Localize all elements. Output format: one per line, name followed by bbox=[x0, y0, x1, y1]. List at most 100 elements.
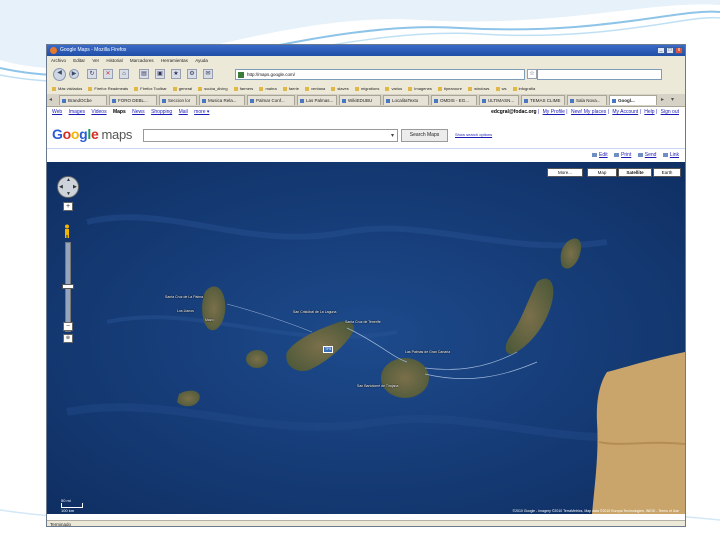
bookmark-item[interactable]: Más visitados bbox=[52, 84, 82, 94]
bookmark-item[interactable]: infografía bbox=[513, 84, 536, 94]
maximize-button[interactable]: □ bbox=[666, 47, 674, 54]
google-maps-logo[interactable]: Google maps bbox=[52, 126, 132, 142]
my-account-link[interactable]: My Account bbox=[612, 109, 638, 115]
gbar-link-more[interactable]: more ▾ bbox=[194, 109, 209, 115]
tab-active[interactable]: Googl... bbox=[609, 95, 657, 105]
scale-km: 100 km bbox=[61, 508, 75, 513]
forward-icon[interactable]: ▶ bbox=[69, 69, 79, 79]
star-icon[interactable]: ☆ bbox=[527, 69, 537, 79]
my-places-link[interactable]: New! My places bbox=[571, 109, 606, 115]
search-maps-button[interactable]: Search Maps bbox=[401, 129, 448, 142]
pan-right-icon[interactable]: ▶ bbox=[73, 184, 77, 190]
label-santa-cruz-la-palma: Santa Cruz de La Palma bbox=[165, 295, 204, 299]
bookmark-item[interactable]: scuba_diving bbox=[198, 84, 227, 94]
bookmark-item[interactable]: tipearoure bbox=[438, 84, 462, 94]
close-button[interactable]: x bbox=[675, 47, 683, 54]
map-type-more[interactable]: More... bbox=[547, 168, 583, 177]
reload-icon[interactable]: ↻ bbox=[87, 69, 97, 79]
print-icon[interactable]: ▤ bbox=[139, 69, 149, 79]
map-search-input[interactable]: ▾ bbox=[143, 129, 398, 142]
map-type-map[interactable]: Map bbox=[587, 168, 617, 177]
tab[interactable]: FORO DEBL... bbox=[109, 95, 157, 105]
gbar-link-web[interactable]: Web bbox=[52, 109, 62, 115]
gbar-link-images[interactable]: Images bbox=[69, 109, 85, 115]
save-icon[interactable]: ▣ bbox=[155, 69, 165, 79]
label-los-llanos: Los Llanos bbox=[177, 309, 194, 313]
pan-left-icon[interactable]: ◀ bbox=[59, 184, 63, 190]
bookmark-item[interactable]: migrations bbox=[355, 84, 379, 94]
menu-item[interactable]: Ayuda bbox=[195, 56, 208, 65]
show-search-options-link[interactable]: Show search options bbox=[455, 132, 492, 137]
tab[interactable]: BrandOCbe bbox=[59, 95, 107, 105]
pan-up-icon[interactable]: ▲ bbox=[66, 177, 71, 183]
tab[interactable]: Musica Rela... bbox=[199, 95, 245, 105]
tab[interactable]: Seccion lor bbox=[159, 95, 197, 105]
gbar-link-videos[interactable]: Videos bbox=[91, 109, 106, 115]
fullscreen-icon[interactable]: ⊕ bbox=[63, 334, 73, 343]
tab[interactable]: ULTIMASN... bbox=[479, 95, 519, 105]
addons-icon[interactable]: ✉ bbox=[203, 69, 213, 79]
menu-bar: Archivo Editar Ver Historial Marcadores … bbox=[47, 56, 685, 65]
bookmark-item[interactable]: slaves bbox=[331, 84, 348, 94]
bookmark-item[interactable]: Firefox Toolbar bbox=[134, 84, 166, 94]
browser-search-box[interactable] bbox=[537, 69, 662, 80]
bookmark-item[interactable]: windows bbox=[468, 84, 489, 94]
menu-item[interactable]: Herramientas bbox=[161, 56, 188, 65]
link-link[interactable]: Link bbox=[663, 152, 679, 158]
zoom-slider-handle[interactable] bbox=[62, 284, 74, 289]
menu-item[interactable]: Marcadores bbox=[130, 56, 154, 65]
sign-out-link[interactable]: Sign out bbox=[661, 109, 679, 115]
zoom-in-button[interactable]: + bbox=[63, 202, 73, 211]
my-profile-link[interactable]: My Profile bbox=[543, 109, 565, 115]
map-type-satellite[interactable]: Satellite bbox=[618, 168, 652, 177]
tab[interactable]: WikiEDUBU bbox=[339, 95, 381, 105]
home-icon[interactable]: ⌂ bbox=[119, 69, 129, 79]
bookmark-item[interactable]: mahra bbox=[259, 84, 276, 94]
map-type-earth[interactable]: Earth bbox=[653, 168, 681, 177]
label-mazo: Mazo bbox=[205, 318, 214, 322]
menu-item[interactable]: Historial bbox=[106, 56, 122, 65]
menu-item[interactable]: Archivo bbox=[51, 56, 66, 65]
gbar-link-shopping[interactable]: Shopping bbox=[151, 109, 172, 115]
tab[interactable]: OMDIS - EG... bbox=[431, 95, 477, 105]
gbar-link-mail[interactable]: Mail bbox=[179, 109, 188, 115]
bookmark-item[interactable]: varios bbox=[385, 84, 402, 94]
tab[interactable]: Sala Nova... bbox=[567, 95, 607, 105]
tab-scroll-left-icon[interactable]: ◂ bbox=[49, 96, 52, 103]
bookmark-item[interactable]: ventana bbox=[305, 84, 325, 94]
bookmark-item[interactable]: ws bbox=[496, 84, 507, 94]
bookmark-item[interactable]: Firefox Readmeats bbox=[88, 84, 128, 94]
tab[interactable]: TEMAS CLIME bbox=[521, 95, 565, 105]
tab[interactable]: Las Palmas... bbox=[297, 95, 337, 105]
gbar-link-news[interactable]: News bbox=[132, 109, 145, 115]
zoom-out-button[interactable]: − bbox=[63, 322, 73, 331]
minimize-button[interactable]: _ bbox=[657, 47, 665, 54]
pan-down-icon[interactable]: ▼ bbox=[66, 191, 71, 197]
title-bar: Google Maps - Mozilla Firefox _ □ x bbox=[47, 45, 685, 56]
pegman-icon[interactable] bbox=[63, 224, 71, 238]
edit-link[interactable]: Edit bbox=[592, 152, 608, 158]
gbar-link-maps[interactable]: Maps bbox=[113, 109, 126, 115]
bookmark-item[interactable]: farmers bbox=[234, 84, 254, 94]
bookmarks-icon[interactable]: ★ bbox=[171, 69, 181, 79]
tab-scroll-right-icon[interactable]: ▸ bbox=[661, 96, 664, 103]
tab[interactable]: LocalitaTexto bbox=[383, 95, 429, 105]
help-link[interactable]: Help bbox=[644, 109, 654, 115]
send-link[interactable]: Send bbox=[638, 152, 657, 158]
print-link[interactable]: Print bbox=[614, 152, 631, 158]
tab[interactable]: Palmar Conf... bbox=[247, 95, 295, 105]
search-dropdown-icon[interactable]: ▾ bbox=[391, 132, 394, 139]
bookmark-item[interactable]: faerie bbox=[283, 84, 299, 94]
bookmark-item[interactable]: Imagenes bbox=[408, 84, 432, 94]
tab-list-icon[interactable]: ▾ bbox=[671, 96, 674, 103]
menu-item[interactable]: Editar bbox=[73, 56, 85, 65]
url-bar[interactable]: http://maps.google.com/ bbox=[235, 69, 525, 80]
bookmark-item[interactable]: general bbox=[173, 84, 192, 94]
tools-icon[interactable]: ⚙ bbox=[187, 69, 197, 79]
back-icon[interactable]: ◀ bbox=[53, 68, 66, 81]
stop-icon[interactable]: ✕ bbox=[103, 69, 113, 79]
satellite-map[interactable]: More... Map Satellite Earth ▲ ▼ ◀ ▶ + − … bbox=[47, 162, 685, 514]
pan-control[interactable]: ▲ ▼ ◀ ▶ bbox=[57, 176, 79, 198]
menu-item[interactable]: Ver bbox=[92, 56, 99, 65]
browser-window: Google Maps - Mozilla Firefox _ □ x Arch… bbox=[46, 44, 686, 527]
